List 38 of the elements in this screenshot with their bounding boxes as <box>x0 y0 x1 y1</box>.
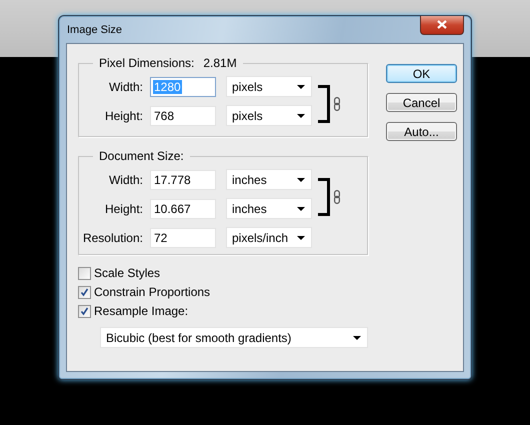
group-value: 2.81M <box>203 56 237 70</box>
field-label: Resolution: <box>82 230 143 244</box>
unit-dropdown[interactable]: pixels <box>226 76 312 97</box>
dropdown-arrow-icon <box>297 178 305 182</box>
number-field[interactable]: 768 <box>150 106 216 126</box>
checkbox-label[interactable]: Resample Image: <box>94 304 188 318</box>
chain-link-icon <box>334 97 340 111</box>
checkbox[interactable] <box>78 266 91 280</box>
unit-dropdown[interactable]: inches <box>226 198 312 219</box>
unit-dropdown[interactable]: pixels/inch <box>226 227 312 248</box>
group-title: Document Size: <box>99 149 184 163</box>
dialog-button[interactable]: OK <box>386 64 457 83</box>
field-label: Width: <box>108 80 143 94</box>
number-field[interactable]: 10.667 <box>150 198 216 218</box>
dropdown-arrow-icon <box>297 236 305 240</box>
field-label: Height: <box>104 202 143 216</box>
dialog-button[interactable]: Cancel <box>386 93 457 112</box>
checkbox-label[interactable]: Scale Styles <box>94 266 160 280</box>
dropdown-arrow-icon <box>297 84 305 88</box>
resample-dropdown[interactable]: Bicubic (best for smooth gradients) <box>100 327 368 348</box>
dropdown-arrow-icon <box>297 114 305 118</box>
number-field[interactable]: 17.778 <box>150 170 216 190</box>
dropdown-arrow-icon <box>297 206 305 210</box>
group-title: Pixel Dimensions: <box>99 56 194 70</box>
field-label: Height: <box>104 108 143 122</box>
close-button[interactable] <box>420 16 464 34</box>
window-title: Image Size <box>66 24 122 36</box>
close-icon <box>437 20 447 29</box>
unit-dropdown[interactable]: inches <box>226 169 312 190</box>
dialog-button[interactable]: Auto... <box>386 122 457 141</box>
checkbox-label[interactable]: Constrain Proportions <box>94 285 210 299</box>
checkbox[interactable] <box>78 286 91 298</box>
unit-dropdown[interactable]: pixels <box>226 105 312 126</box>
checkbox[interactable] <box>78 304 91 318</box>
field-label: Width: <box>108 172 143 186</box>
chain-link-icon <box>334 190 340 204</box>
number-field[interactable]: 72 <box>150 228 216 248</box>
dropdown-arrow-icon <box>353 336 361 340</box>
